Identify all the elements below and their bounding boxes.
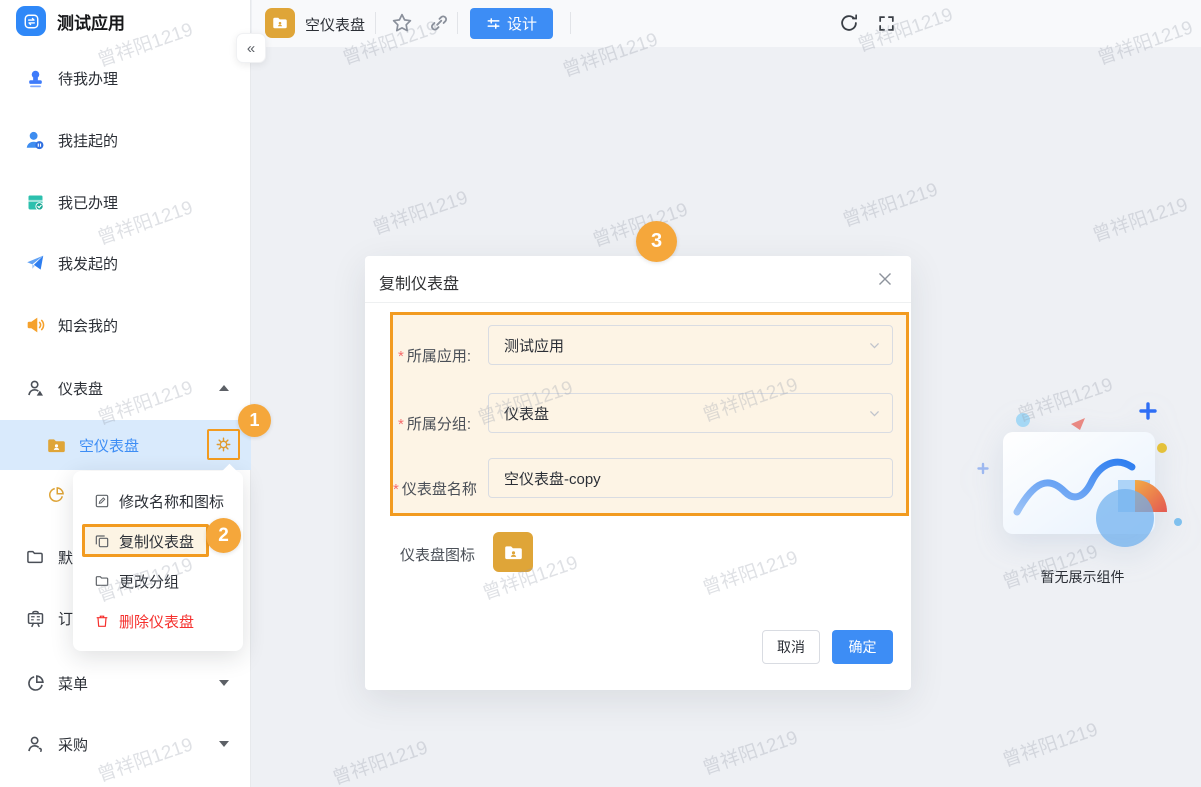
refresh-icon[interactable] (834, 8, 864, 38)
annotation-badge-2: 2 (206, 518, 241, 553)
sidebar-group-label: 菜单 (58, 673, 88, 694)
select-value: 仪表盘 (504, 403, 549, 424)
menu-item-label: 更改分组 (119, 571, 179, 592)
folder-icon (24, 546, 46, 568)
sidebar-group-label: 仪表盘 (58, 378, 103, 399)
user-pause-icon (24, 129, 46, 151)
dialog-title: 复制仪表盘 (379, 270, 459, 294)
app-header[interactable]: 测试应用 (16, 6, 125, 36)
annotation-box-gear (207, 429, 240, 460)
sidebar-group-label: 采购 (58, 734, 88, 755)
caret-down-icon[interactable] (219, 680, 229, 686)
menu-item-rename[interactable]: 修改名称和图标 (73, 481, 243, 521)
copy-dashboard-dialog: 复制仪表盘 *所属应用: 测试应用 *所属分组: 仪表盘 *仪表盘名称 仪表盘图… (365, 256, 911, 690)
folder-icon (94, 573, 110, 589)
sidebar-item-label: 我发起的 (58, 253, 118, 274)
menu-item-label: 修改名称和图标 (119, 491, 224, 512)
gear-icon[interactable] (215, 436, 232, 453)
star-icon[interactable] (387, 8, 417, 38)
app-logo-icon (16, 6, 46, 36)
sidebar-item-label: 空仪表盘 (79, 435, 139, 456)
folder-contact-icon (45, 434, 67, 456)
app-title: 测试应用 (57, 9, 125, 34)
inbox-check-icon (24, 191, 46, 213)
empty-state-text: 暂无展示组件 (975, 567, 1190, 587)
sidebar-item-suspended[interactable]: 我挂起的 (0, 120, 251, 160)
board-icon (24, 607, 46, 629)
sidebar-item-label: 知会我的 (58, 315, 118, 336)
sidebar-collapse-button[interactable]: « (236, 33, 266, 63)
field-label: *仪表盘名称 (393, 478, 477, 499)
dashboard-empty-illustration (975, 392, 1190, 552)
page-title: 空仪表盘 (305, 14, 365, 35)
menu-item-delete[interactable]: 删除仪表盘 (73, 601, 243, 641)
required-mark: * (393, 481, 399, 498)
divider (457, 12, 458, 34)
menu-item-change-group[interactable]: 更改分组 (73, 561, 243, 601)
stamp-icon (24, 67, 46, 89)
dashboard-name-input[interactable] (488, 458, 893, 498)
sidebar-item-empty-dashboard[interactable]: 空仪表盘 (0, 420, 251, 470)
topbar: 空仪表盘 设计 (252, 0, 1201, 47)
megaphone-icon (24, 314, 46, 336)
edit-icon (94, 493, 110, 509)
folder-contact-icon (503, 542, 524, 563)
sliders-icon (486, 16, 501, 31)
close-icon[interactable] (876, 270, 894, 288)
person-badge-icon (24, 377, 46, 399)
field-label: *所属分组: (398, 413, 471, 434)
dashboard-folder-icon (265, 8, 295, 38)
pie-gold-icon (45, 484, 67, 506)
required-mark: * (398, 348, 404, 365)
app-select[interactable]: 测试应用 (488, 325, 893, 365)
paper-plane-icon (24, 252, 46, 274)
design-button-label: 设计 (507, 13, 537, 34)
confirm-button[interactable]: 确定 (832, 630, 893, 664)
annotation-badge-1: 1 (238, 404, 271, 437)
divider (375, 12, 376, 34)
menu-item-label: 删除仪表盘 (119, 611, 194, 632)
sidebar-group-menu[interactable]: 菜单 (0, 663, 251, 703)
dashboard-icon-picker[interactable] (493, 532, 533, 572)
sidebar-item-initiated[interactable]: 我发起的 (0, 243, 251, 283)
link-icon[interactable] (424, 8, 454, 38)
design-button[interactable]: 设计 (470, 8, 553, 39)
field-label: *所属应用: (398, 345, 471, 366)
caret-down-icon[interactable] (219, 741, 229, 747)
pie-outline-icon (24, 672, 46, 694)
sidebar-item-done[interactable]: 我已办理 (0, 182, 251, 222)
dashboard-context-menu: 修改名称和图标 复制仪表盘 更改分组 删除仪表盘 (73, 471, 243, 651)
collapse-icon: « (247, 40, 255, 57)
dialog-header: 复制仪表盘 (365, 256, 911, 303)
sidebar: 测试应用 待我办理 我挂起的 我已办理 我发起的 知会我的 仪表 (0, 0, 251, 787)
sidebar-item-todo[interactable]: 待我办理 (0, 58, 251, 98)
select-value: 测试应用 (504, 335, 564, 356)
sidebar-group-purchase[interactable]: 采购 (0, 724, 251, 764)
sidebar-group-dashboard[interactable]: 仪表盘 (0, 368, 251, 408)
sidebar-item-label: 待我办理 (58, 68, 118, 89)
chevron-down-icon (868, 407, 881, 424)
sidebar-item-notified[interactable]: 知会我的 (0, 305, 251, 345)
person-icon (24, 733, 46, 755)
cancel-button[interactable]: 取消 (762, 630, 820, 664)
caret-up-icon[interactable] (219, 385, 229, 391)
menu-item-label: 复制仪表盘 (119, 531, 194, 552)
required-mark: * (398, 416, 404, 433)
sidebar-item-label: 我挂起的 (58, 130, 118, 151)
field-label-icon: 仪表盘图标 (400, 544, 475, 565)
copy-icon (94, 533, 110, 549)
fullscreen-icon[interactable] (871, 8, 901, 38)
annotation-badge-3: 3 (636, 221, 677, 262)
trash-icon (94, 613, 110, 629)
group-select[interactable]: 仪表盘 (488, 393, 893, 433)
divider (570, 12, 571, 34)
sidebar-item-label: 我已办理 (58, 192, 118, 213)
chevron-down-icon (868, 339, 881, 356)
empty-state: 暂无展示组件 (975, 392, 1190, 587)
